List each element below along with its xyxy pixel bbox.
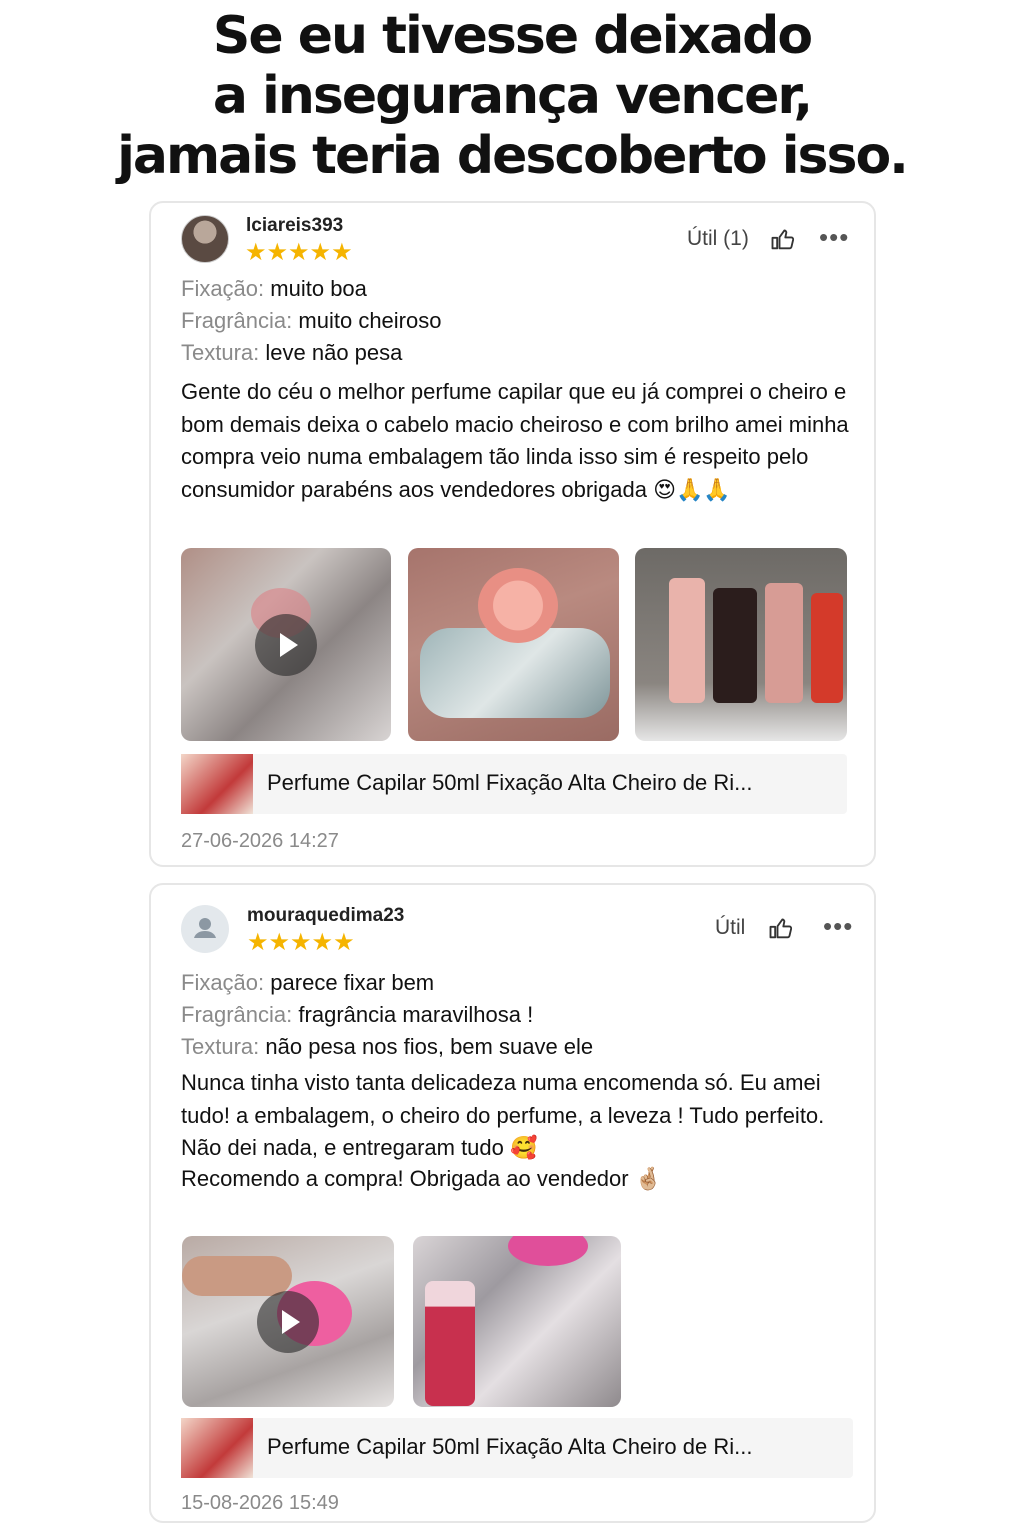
- attribute-fragrance: Fragrância: muito cheiroso: [181, 308, 442, 333]
- product-link[interactable]: Perfume Capilar 50ml Fixação Alta Cheiro…: [181, 1418, 853, 1478]
- product-thumbnail: [181, 754, 253, 814]
- attribute-fragrance: Fragrância: fragrância maravilhosa !: [181, 1002, 534, 1027]
- review-text: Gente do céu o melhor perfume capilar qu…: [181, 379, 849, 502]
- headline-line-3: jamais teria descoberto isso.: [117, 126, 909, 186]
- review-text-paragraph: Nunca tinha visto tanta delicadeza numa …: [181, 1070, 825, 1160]
- username[interactable]: mouraquedima23: [247, 905, 404, 927]
- avatar[interactable]: [181, 215, 229, 263]
- review-card: mouraquedima23 ★★★★★ Útil ••• Fixação: p…: [149, 883, 876, 1523]
- page-headline: Se eu tivesse deixado a insegurança venc…: [0, 6, 1024, 186]
- play-icon[interactable]: [255, 613, 317, 676]
- attribute-texture: Textura: não pesa nos fios, bem suave el…: [181, 1034, 594, 1059]
- thumbs-up-icon[interactable]: [769, 225, 797, 253]
- thumbs-up-icon[interactable]: [767, 914, 795, 942]
- review-text: Nunca tinha visto tanta delicadeza numa …: [181, 1067, 861, 1195]
- helpful-label[interactable]: Útil (1): [687, 227, 749, 251]
- review-date: 15-08-2026 15:49: [181, 1492, 339, 1514]
- attribute-fixation: Fixação: muito boa: [181, 276, 367, 301]
- helpful-label[interactable]: Útil: [715, 916, 745, 940]
- username[interactable]: lciareis393: [246, 215, 343, 237]
- star-rating: ★★★★★: [245, 239, 353, 266]
- product-thumbnail: [181, 1418, 253, 1478]
- review-photo[interactable]: [635, 548, 847, 741]
- default-user-icon: [194, 918, 216, 938]
- product-name: Perfume Capilar 50ml Fixação Alta Cheiro…: [267, 770, 753, 795]
- more-options-icon[interactable]: •••: [819, 224, 849, 250]
- review-photo[interactable]: [413, 1236, 621, 1407]
- review-video-thumbnail[interactable]: [181, 548, 391, 741]
- review-photo[interactable]: [408, 548, 619, 741]
- product-link[interactable]: Perfume Capilar 50ml Fixação Alta Cheiro…: [181, 754, 847, 814]
- star-rating: ★★★★★: [247, 929, 355, 956]
- attribute-texture: Textura: leve não pesa: [181, 340, 403, 365]
- headline-line-2: a insegurança vencer,: [212, 66, 813, 126]
- review-text-paragraph: Recomendo a compra! Obrigada ao vendedor…: [181, 1165, 663, 1191]
- attribute-fixation: Fixação: parece fixar bem: [181, 970, 435, 995]
- product-name: Perfume Capilar 50ml Fixação Alta Cheiro…: [267, 1434, 753, 1459]
- play-icon[interactable]: [257, 1290, 319, 1353]
- avatar[interactable]: [181, 905, 229, 953]
- review-card: lciareis393 ★★★★★ Útil (1) ••• Fixação: …: [149, 201, 876, 867]
- more-options-icon[interactable]: •••: [823, 913, 853, 939]
- review-date: 27-06-2026 14:27: [181, 830, 339, 852]
- headline-line-1: Se eu tivesse deixado: [212, 6, 813, 66]
- review-video-thumbnail[interactable]: [182, 1236, 394, 1407]
